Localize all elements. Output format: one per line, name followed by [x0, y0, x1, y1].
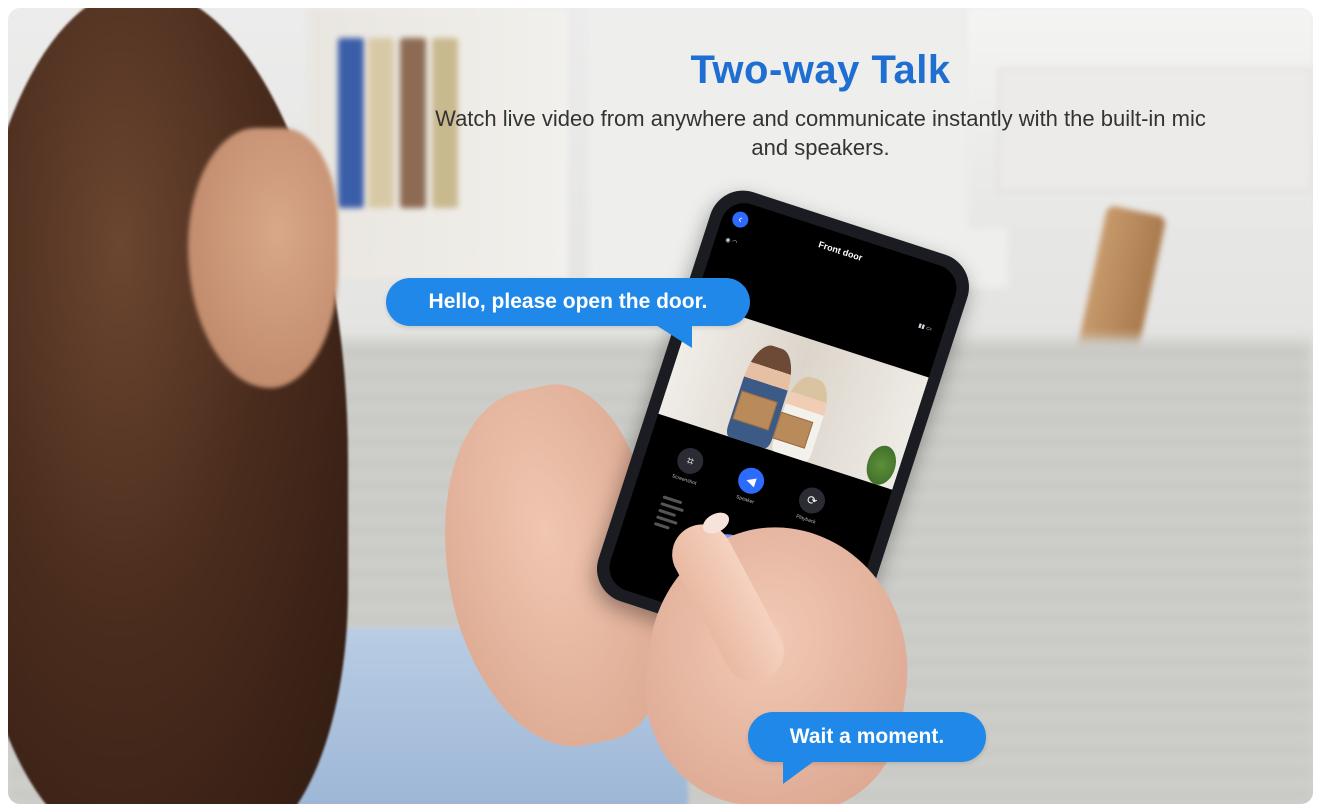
speech-bubble-tail — [783, 756, 821, 784]
screenshot-label: Screenshot — [671, 473, 698, 487]
crop-icon: ⌗ — [673, 444, 707, 478]
reply-speech-bubble: Wait a moment. — [748, 712, 986, 762]
book — [338, 38, 364, 208]
plant — [861, 441, 901, 489]
playback-icon: ⟳ — [795, 484, 829, 517]
book — [400, 38, 426, 208]
speaker-icon: ◀ — [734, 464, 768, 498]
screenshot-control[interactable]: ⌗ Screenshot — [659, 441, 718, 491]
battery-status: ▮▮ ▭ — [917, 322, 933, 333]
visitor-speech-bubble: Hello, please open the door. — [386, 278, 750, 326]
wifi-status: ◉ ◠ — [724, 237, 738, 247]
hero-banner: ‹ Front door ◉ ◠ ▮▮ ▭ ⌗ Screenshot ◀ Spe… — [8, 8, 1313, 804]
speaker-label: Speaker — [735, 494, 755, 506]
book — [368, 38, 394, 208]
playback-label: Playback — [795, 513, 817, 526]
subheadline: Watch live video from anywhere and commu… — [435, 106, 1206, 160]
playback-control[interactable]: ⟳ Playback — [781, 480, 840, 530]
headline: Two-way Talk — [690, 48, 951, 92]
speaker-control[interactable]: ◀ Speaker — [720, 461, 779, 511]
hair — [8, 8, 348, 804]
speech-bubble-tail — [648, 320, 692, 348]
level-bar — [653, 521, 670, 530]
